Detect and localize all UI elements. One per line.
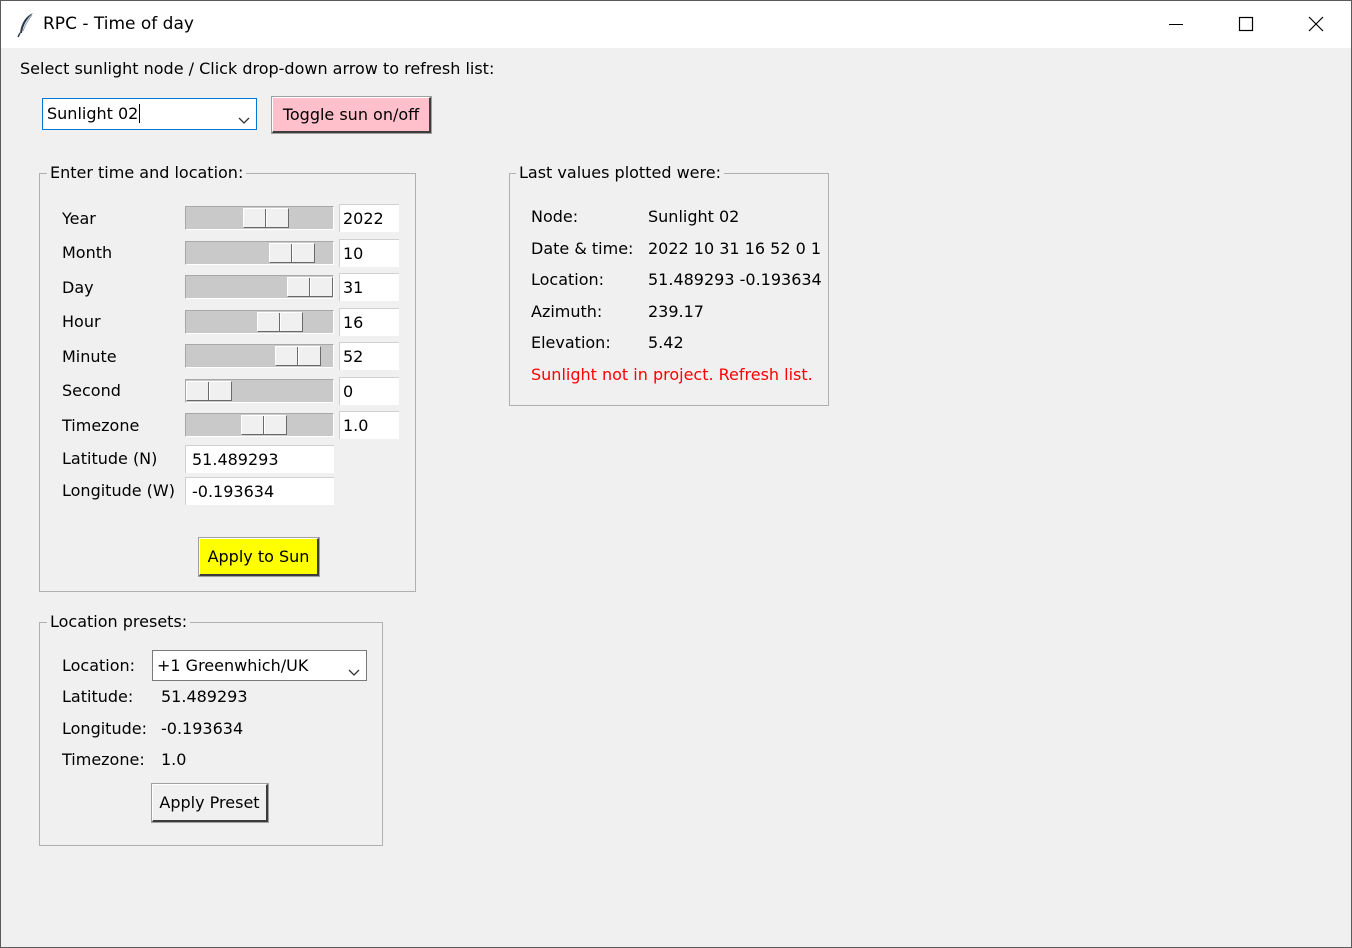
last-azimuth-value: 239.17	[648, 302, 704, 321]
apply-to-sun-button[interactable]: Apply to Sun	[198, 537, 320, 577]
second-field[interactable]: 0	[339, 377, 399, 405]
minute-slider[interactable]	[185, 344, 334, 368]
slider-thumb[interactable]	[287, 277, 333, 297]
last-elevation-key: Elevation:	[531, 333, 611, 352]
last-elevation-value: 5.42	[648, 333, 684, 352]
year-label: Year	[62, 209, 96, 228]
sunlight-node-value: Sunlight 02	[47, 104, 141, 123]
chevron-down-icon[interactable]	[238, 110, 250, 129]
preset-timezone-label: Timezone:	[62, 750, 145, 769]
slider-thumb[interactable]	[243, 208, 289, 228]
last-azimuth-key: Azimuth:	[531, 302, 603, 321]
longitude-input[interactable]: -0.193634	[185, 477, 334, 505]
latitude-label: Latitude (N)	[62, 449, 158, 468]
minimize-button[interactable]	[1141, 1, 1211, 48]
hour-field[interactable]: 16	[339, 308, 399, 336]
minimize-icon	[1169, 24, 1183, 25]
app-window: RPC - Time of day Select sunlight node /…	[0, 0, 1352, 948]
maximize-button[interactable]	[1211, 1, 1281, 48]
close-icon	[1308, 16, 1324, 32]
window-title: RPC - Time of day	[43, 14, 194, 34]
preset-latitude-value: 51.489293	[161, 687, 248, 706]
instruction-text: Select sunlight node / Click drop-down a…	[20, 59, 495, 78]
last-location-value: 51.489293 -0.193634	[648, 270, 822, 289]
slider-thumb[interactable]	[269, 243, 315, 263]
second-label: Second	[62, 381, 121, 400]
latitude-input[interactable]: 51.489293	[185, 445, 334, 473]
timezone-field[interactable]: 1.0	[339, 411, 399, 439]
last-datetime-value: 2022 10 31 16 52 0 1	[648, 239, 822, 258]
hour-slider[interactable]	[185, 310, 334, 334]
status-warning: Sunlight not in project. Refresh list.	[531, 365, 813, 384]
minute-field[interactable]: 52	[339, 342, 399, 370]
year-field[interactable]: 2022	[339, 204, 399, 232]
timezone-label: Timezone	[62, 416, 140, 435]
day-field[interactable]: 31	[339, 273, 399, 301]
preset-timezone-value: 1.0	[161, 750, 187, 769]
slider-thumb[interactable]	[186, 381, 232, 401]
maximize-icon	[1238, 16, 1254, 32]
preset-longitude-value: -0.193634	[161, 719, 244, 738]
time-location-label: Enter time and location:	[47, 163, 247, 182]
month-field[interactable]: 10	[339, 239, 399, 267]
slider-thumb[interactable]	[257, 312, 303, 332]
timezone-slider[interactable]	[185, 413, 334, 437]
location-presets-label: Location presets:	[47, 612, 191, 631]
second-slider[interactable]	[185, 379, 334, 403]
longitude-label: Longitude (W)	[62, 481, 175, 500]
preset-location-label: Location:	[62, 656, 136, 675]
minute-label: Minute	[62, 347, 117, 366]
last-node-key: Node:	[531, 207, 579, 226]
preset-longitude-label: Longitude:	[62, 719, 147, 738]
title-bar[interactable]: RPC - Time of day	[1, 1, 1351, 48]
last-values-label: Last values plotted were:	[516, 163, 724, 182]
preset-location-value: +1 Greenwhich/UK	[157, 656, 309, 675]
hour-label: Hour	[62, 312, 101, 331]
last-location-key: Location:	[531, 270, 605, 289]
year-slider[interactable]	[185, 206, 334, 230]
preset-latitude-label: Latitude:	[62, 687, 134, 706]
month-slider[interactable]	[185, 241, 334, 265]
sunlight-node-select[interactable]: Sunlight 02	[42, 98, 257, 130]
toggle-sun-button[interactable]: Toggle sun on/off	[271, 96, 432, 134]
day-slider[interactable]	[185, 275, 334, 299]
slider-thumb[interactable]	[241, 415, 287, 435]
preset-location-select[interactable]: +1 Greenwhich/UK	[152, 650, 367, 681]
close-button[interactable]	[1281, 1, 1351, 48]
day-label: Day	[62, 278, 94, 297]
last-node-value: Sunlight 02	[648, 207, 740, 226]
last-datetime-key: Date & time:	[531, 239, 634, 258]
apply-preset-button[interactable]: Apply Preset	[151, 783, 269, 823]
slider-thumb[interactable]	[275, 346, 321, 366]
chevron-down-icon[interactable]	[348, 662, 360, 681]
month-label: Month	[62, 243, 113, 262]
feather-icon	[16, 12, 36, 38]
